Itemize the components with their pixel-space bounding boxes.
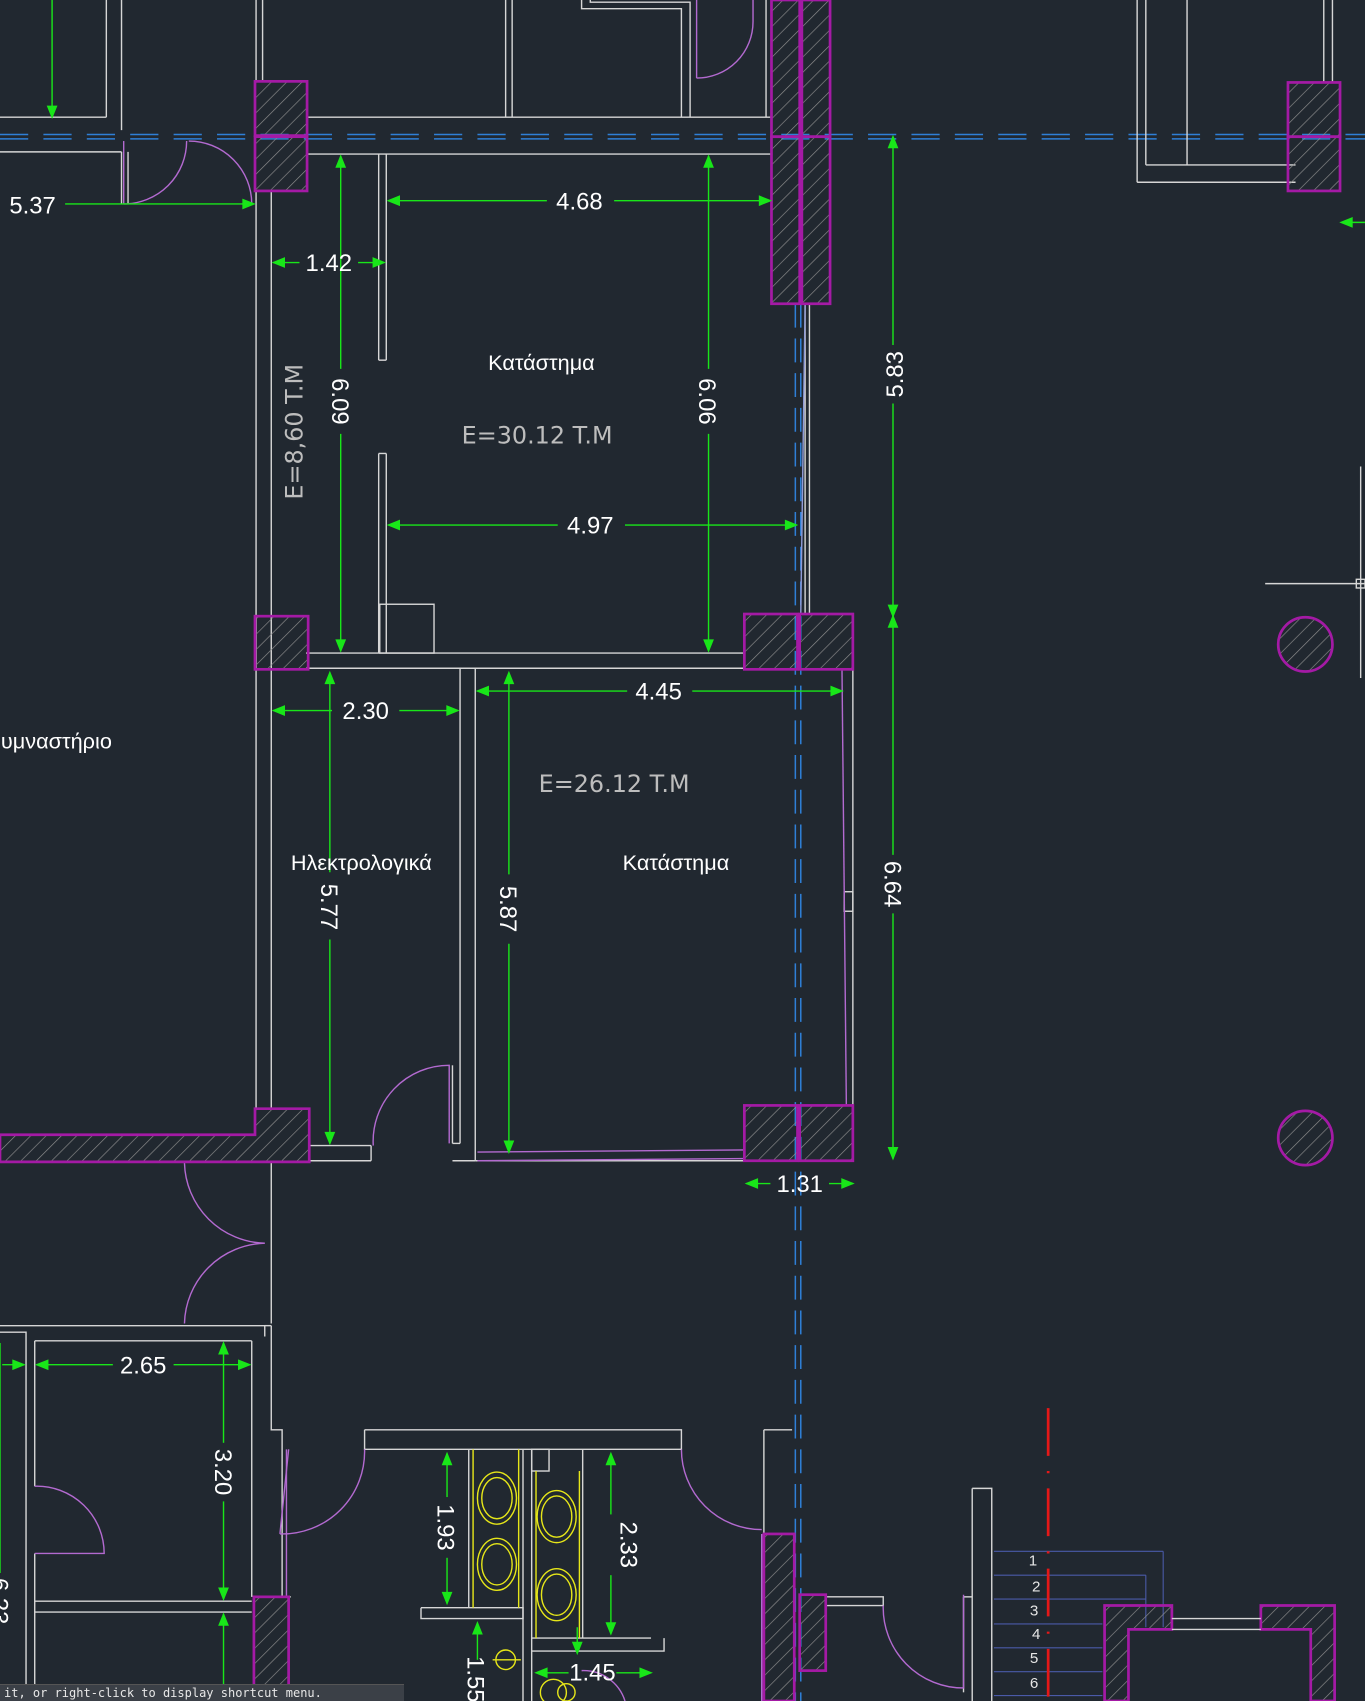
dim-2-65: 2.65 [120, 1352, 166, 1379]
dim-6-06: 6.06 [693, 378, 720, 424]
stair-step-2: 2 [1032, 1578, 1040, 1595]
area-shop-2: E=26.12 T.M [539, 770, 690, 798]
dim-1-55: 1.55 [462, 1656, 489, 1701]
room-area-labels: E=30.12 T.M E=26.12 T.M E=8,60 T.M [281, 364, 690, 798]
area-shop-1: E=30.12 T.M [462, 422, 613, 450]
area-small-room: E=8,60 T.M [281, 364, 309, 500]
dim-6-09: 6.09 [326, 378, 353, 424]
dim-4-97: 4.97 [567, 513, 613, 540]
circular-column-icon [1276, 615, 1334, 1167]
dim-2-30: 2.30 [342, 698, 388, 725]
room-name-electrical: Ηλεκτρολογικά [291, 850, 432, 875]
dim-1-93: 1.93 [431, 1504, 458, 1550]
room-name-shop-2: Κατάστημα [623, 850, 730, 875]
stair-step-5: 5 [1030, 1650, 1038, 1667]
washbasin-icon [472, 1449, 581, 1701]
dim-4-45: 4.45 [635, 679, 681, 706]
dim-5-77: 5.77 [315, 884, 342, 930]
stair-step-4: 4 [1032, 1626, 1040, 1643]
dimension-labels: 5.37 4.68 1.42 6.09 6.06 4.97 5.83 2.30 … [0, 188, 909, 1701]
dim-1-45: 1.45 [569, 1659, 615, 1686]
stair-step-3: 3 [1030, 1602, 1038, 1619]
dim-6-23: 6.23 [0, 1578, 12, 1624]
dim-2-33: 2.33 [615, 1522, 642, 1568]
dim-5-87: 5.87 [494, 886, 521, 932]
dim-1-31: 1.31 [776, 1171, 822, 1198]
dim-5-37: 5.37 [9, 193, 55, 220]
room-name-shop-1: Κατάστημα [488, 350, 595, 375]
stair-step-numbers: 1 2 3 4 5 6 [1029, 1552, 1041, 1692]
dim-3-20: 3.20 [209, 1449, 236, 1495]
room-name-gym: υμναστήριο [1, 729, 112, 754]
command-line-prompt[interactable]: it, or right-click to display shortcut m… [0, 1684, 404, 1701]
dim-6-64: 6.64 [878, 861, 905, 907]
cad-drawing-canvas[interactable]: 1 2 3 4 5 6 5.37 4.68 1.42 6.09 6.06 4.9… [0, 0, 1365, 1701]
dim-5-83: 5.83 [882, 351, 909, 397]
stair-step-6: 6 [1030, 1675, 1038, 1692]
stair-wall [1171, 1617, 1261, 1631]
stair-step-1: 1 [1029, 1552, 1037, 1569]
dim-4-68: 4.68 [556, 188, 602, 215]
dim-1-42: 1.42 [306, 250, 352, 277]
